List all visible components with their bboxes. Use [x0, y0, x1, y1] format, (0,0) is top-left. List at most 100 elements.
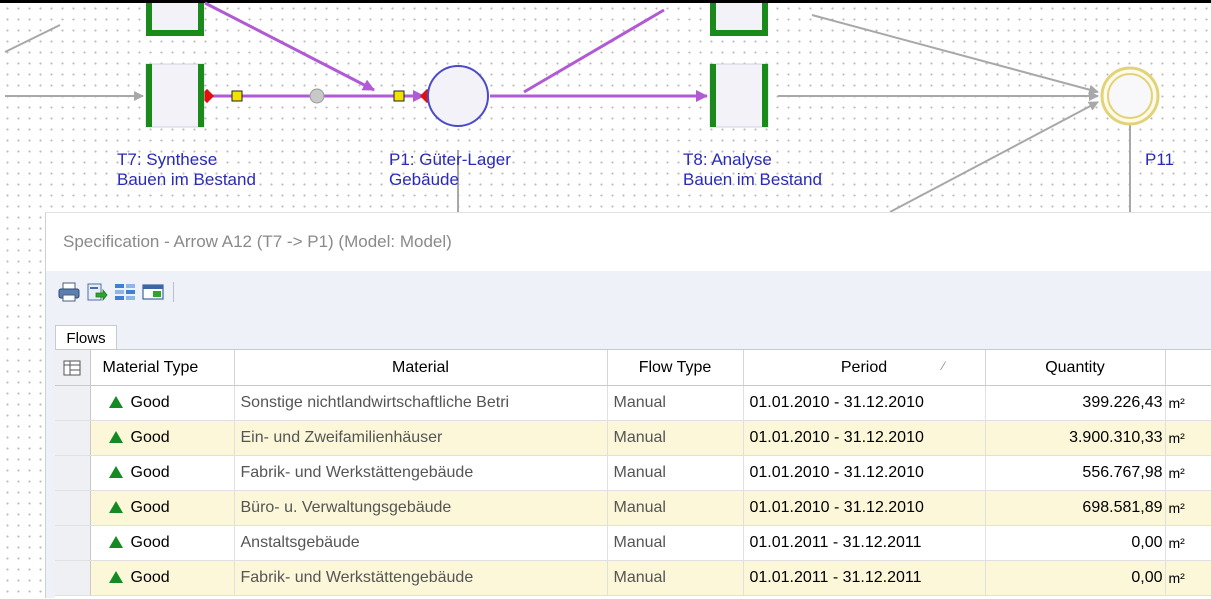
period-cell[interactable]: 01.01.2010 - 31.12.2010	[743, 455, 986, 491]
t8-label-line2: Bauen im Bestand	[683, 170, 822, 189]
material-cell[interactable]: Fabrik- und Werkstättengebäude	[234, 560, 608, 596]
column-header-quantity[interactable]: Quantity	[985, 350, 1166, 386]
material-type-cell: Good	[90, 385, 235, 421]
table-row[interactable]: Good Ein- und Zweifamilienhäuser Manual 01.…	[55, 420, 1211, 456]
flow-type-cell[interactable]: Manual	[607, 455, 744, 491]
period-cell[interactable]: 01.01.2010 - 31.12.2010	[743, 420, 986, 456]
column-chooser-cell[interactable]	[55, 350, 91, 386]
column-header-material-type[interactable]: Material Type	[90, 350, 235, 386]
sort-indicator-icon: ⁄	[942, 359, 945, 373]
print-button[interactable]	[57, 281, 81, 303]
export-icon	[87, 283, 108, 302]
p11-label-line1: P11	[1145, 150, 1174, 169]
column-header-period-label: Period	[840, 358, 888, 376]
window-button[interactable]	[141, 281, 165, 303]
material-cell[interactable]: Fabrik- und Werkstättengebäude	[234, 455, 608, 491]
specification-panel: Specification - Arrow A12 (T7 -> P1) (Mo…	[45, 212, 1211, 599]
material-type-cell: Good	[90, 420, 235, 456]
arrow-handle-square[interactable]	[231, 90, 243, 102]
material-type-value: Good	[130, 569, 170, 586]
column-header-period[interactable]: Period ⁄	[743, 350, 986, 386]
good-icon	[108, 536, 123, 548]
row-selector[interactable]	[55, 490, 91, 526]
table-header-row: Material Type Material Flow Type Period ⁄…	[55, 350, 1211, 386]
good-icon	[108, 396, 123, 408]
period-cell[interactable]: 01.01.2011 - 31.12.2011	[743, 560, 986, 596]
material-cell[interactable]: Ein- und Zweifamilienhäuser	[234, 420, 608, 456]
arrow-top-to-p11[interactable]	[811, 14, 1099, 95]
specification-toolbar	[57, 280, 174, 304]
quantity-cell[interactable]: 399.226,43	[985, 385, 1166, 421]
material-type-value: Good	[130, 429, 170, 446]
place-p1[interactable]	[427, 65, 489, 127]
t7-label-line2: Bauen im Bestand	[117, 170, 256, 189]
flow-type-cell[interactable]: Manual	[607, 560, 744, 596]
unit-cell: m²	[1165, 490, 1211, 526]
window-icon	[142, 284, 164, 300]
good-icon	[108, 501, 123, 513]
flows-grid[interactable]: Material Type Material Flow Type Period ⁄…	[55, 349, 1211, 599]
period-cell[interactable]: 01.01.2011 - 31.12.2011	[743, 525, 986, 561]
flow-type-cell[interactable]: Manual	[607, 385, 744, 421]
period-cell[interactable]: 01.01.2010 - 31.12.2010	[743, 385, 986, 421]
row-selector[interactable]	[55, 455, 91, 491]
table-row[interactable]: Good Büro- u. Verwaltungsgebäude Manual 01.…	[55, 490, 1211, 526]
quantity-cell[interactable]: 3.900.310,33	[985, 420, 1166, 456]
material-cell[interactable]: Sonstige nichtlandwirtschaftliche Betri	[234, 385, 608, 421]
row-selector[interactable]	[55, 385, 91, 421]
table-row[interactable]: Good Sonstige nichtlandwirtschaftliche Be…	[55, 385, 1211, 421]
material-type-cell: Good	[90, 455, 235, 491]
column-header-flow-type[interactable]: Flow Type	[607, 350, 744, 386]
flow-type-cell[interactable]: Manual	[607, 420, 744, 456]
unit-cell: m²	[1165, 420, 1211, 456]
arrow-purple-topleft-to-p1[interactable]	[204, 1, 375, 92]
toolbar-separator	[173, 282, 174, 302]
row-selector[interactable]	[55, 560, 91, 596]
arrow-purple-to-top[interactable]	[523, 8, 665, 94]
row-selector[interactable]	[55, 420, 91, 456]
column-header-unit[interactable]	[1165, 350, 1211, 386]
p1-label: P1: Güter-Lager Gebäude	[389, 150, 511, 190]
table-row[interactable]: Good Fabrik- und Werkstättengebäude Manual…	[55, 455, 1211, 491]
quantity-cell[interactable]: 556.767,98	[985, 455, 1166, 491]
table-row[interactable]: Good Anstaltsgebäude Manual 01.01.2011 - 31…	[55, 525, 1211, 561]
good-icon	[108, 431, 123, 443]
period-cell[interactable]: 01.01.2010 - 31.12.2010	[743, 490, 986, 526]
flows-table: Material Type Material Flow Type Period ⁄…	[55, 350, 1211, 596]
place-p11-inner	[1107, 73, 1153, 119]
material-type-cell: Good	[90, 490, 235, 526]
quantity-cell[interactable]: 0,00	[985, 560, 1166, 596]
t8-label: T8: Analyse Bauen im Bestand	[683, 150, 822, 190]
good-icon	[108, 571, 123, 583]
table-row[interactable]: Good Fabrik- und Werkstättengebäude Manual…	[55, 560, 1211, 596]
quantity-cell[interactable]: 698.581,89	[985, 490, 1166, 526]
tab-flows[interactable]: Flows	[55, 325, 117, 350]
columns-button[interactable]	[113, 281, 137, 303]
specification-body: Flows Material Type Material Flow Type P…	[46, 271, 1211, 599]
arrow-lower-to-p11[interactable]	[889, 101, 1099, 213]
material-cell[interactable]: Büro- u. Verwaltungsgebäude	[234, 490, 608, 526]
arrow-midpoint-handle[interactable]	[309, 88, 325, 104]
transition-t7[interactable]	[145, 63, 205, 128]
column-chooser-icon	[63, 360, 81, 375]
material-type-cell: Good	[90, 560, 235, 596]
material-cell[interactable]: Anstaltsgebäude	[234, 525, 608, 561]
arrow-handle-square-end[interactable]	[393, 90, 405, 102]
quantity-cell[interactable]: 0,00	[985, 525, 1166, 561]
row-selector[interactable]	[55, 525, 91, 561]
material-type-value: Good	[130, 534, 170, 551]
material-type-value: Good	[130, 499, 170, 516]
export-button[interactable]	[85, 281, 109, 303]
arrow-gray-topleft[interactable]	[4, 24, 61, 53]
unit-cell: m²	[1165, 525, 1211, 561]
unit-cell: m²	[1165, 560, 1211, 596]
flow-type-cell[interactable]: Manual	[607, 490, 744, 526]
column-header-material[interactable]: Material	[234, 350, 608, 386]
transition-t8[interactable]	[709, 63, 769, 128]
flow-type-cell[interactable]: Manual	[607, 525, 744, 561]
material-type-value: Good	[130, 394, 170, 411]
specification-title: Specification - Arrow A12 (T7 -> P1) (Mo…	[63, 232, 452, 251]
transition-top-right-bottom	[710, 30, 768, 36]
t8-label-line1: T8: Analyse	[683, 150, 772, 169]
t7-label-line1: T7: Synthese	[117, 150, 218, 169]
